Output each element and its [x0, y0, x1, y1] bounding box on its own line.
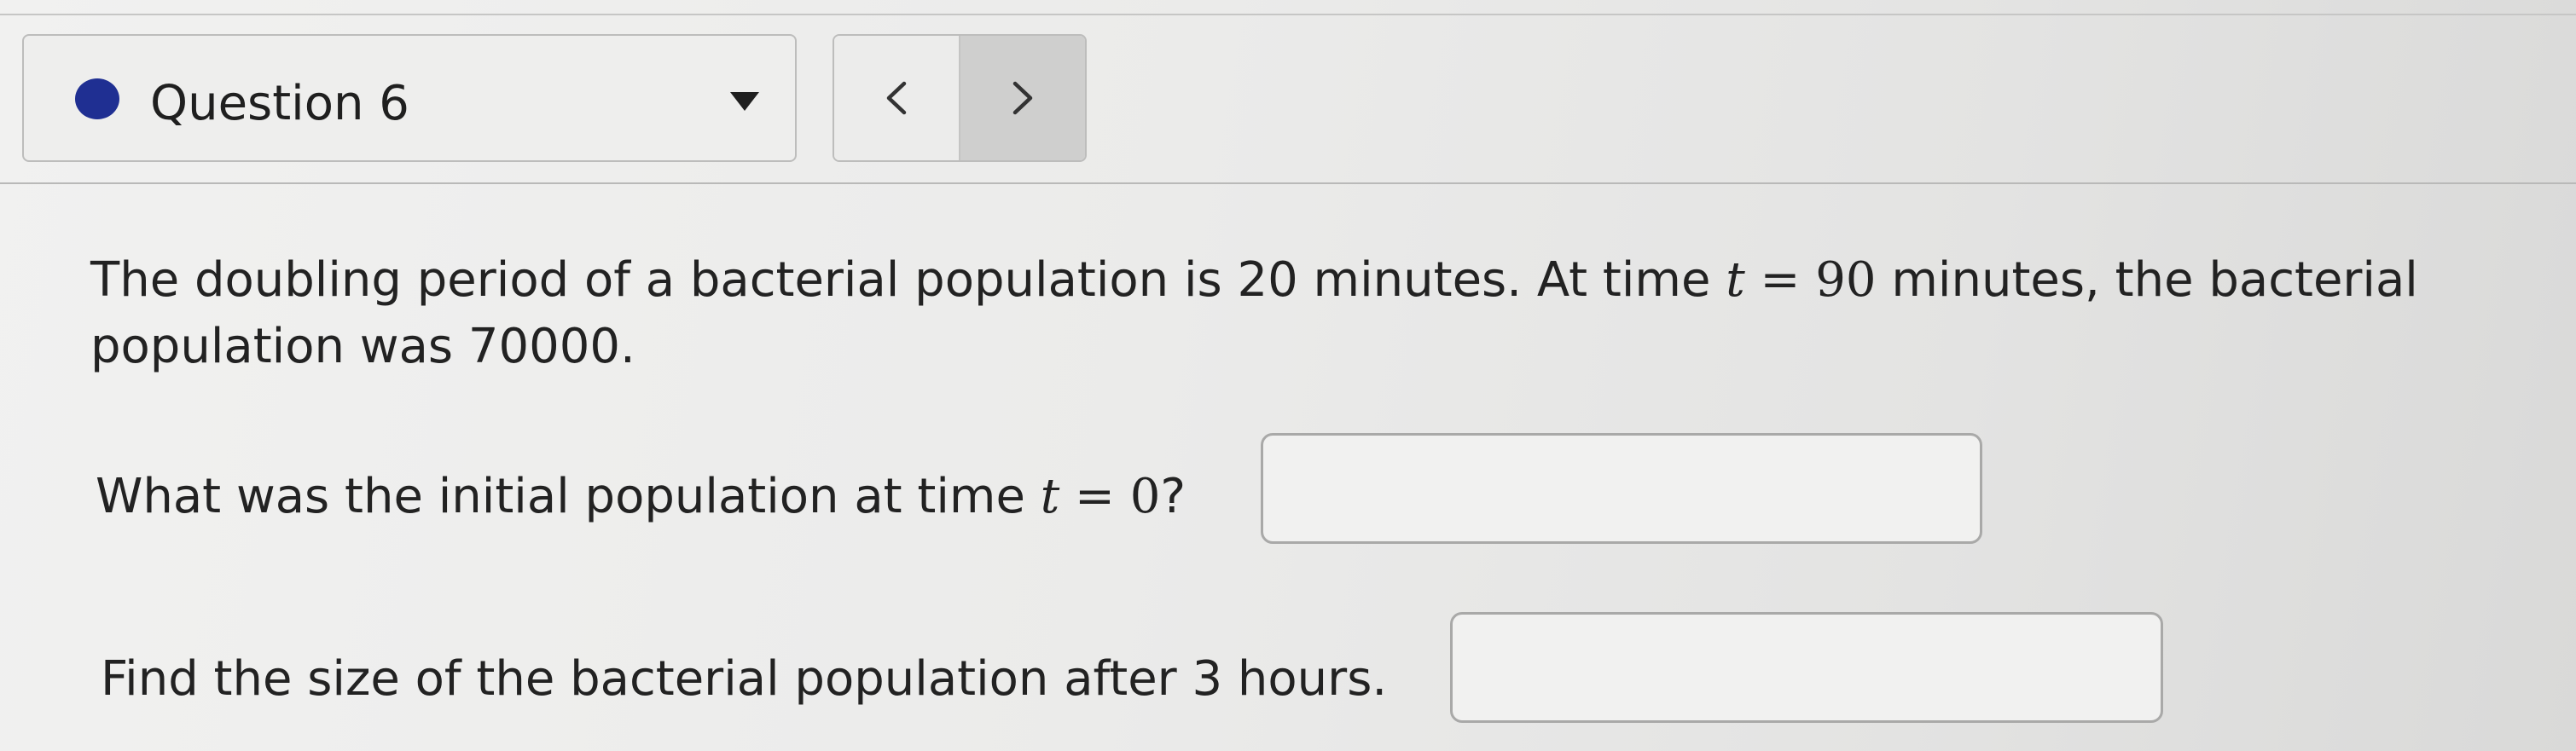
- math-equals: =: [1059, 469, 1130, 524]
- question-1-prompt: What was the initial population at time …: [96, 467, 1186, 527]
- question-label: Question 6: [150, 76, 409, 131]
- question-selector-dropdown[interactable]: Question 6: [22, 34, 797, 162]
- initial-population-answer-input[interactable]: [1261, 433, 1982, 544]
- chevron-left-icon: [886, 81, 907, 115]
- chevron-right-icon: [1012, 81, 1033, 115]
- question-status-dot-icon: [75, 78, 119, 119]
- question-1-suffix: ?: [1160, 469, 1186, 524]
- triangle-down-icon[interactable]: [730, 92, 759, 111]
- math-variable-t: t: [1040, 469, 1060, 524]
- math-zero: 0: [1129, 469, 1161, 524]
- question-1-prefix: What was the initial population at time: [96, 469, 1041, 524]
- next-question-button[interactable]: [959, 36, 1085, 160]
- header-divider: [0, 182, 2576, 184]
- top-divider: [0, 14, 2576, 15]
- question-navigation: [833, 34, 1087, 162]
- math-equals: =: [1744, 252, 1816, 308]
- previous-question-button[interactable]: [834, 36, 959, 160]
- problem-text-start: The doubling period of a bacterial popul…: [90, 252, 1726, 308]
- question-2-prompt: Find the size of the bacterial populatio…: [101, 651, 1388, 707]
- math-variable-t: t: [1726, 252, 1745, 308]
- problem-statement: The doubling period of a bacterial popul…: [90, 247, 2530, 380]
- population-after-3-hours-answer-input[interactable]: [1450, 612, 2163, 723]
- math-t-value: 90: [1815, 252, 1877, 308]
